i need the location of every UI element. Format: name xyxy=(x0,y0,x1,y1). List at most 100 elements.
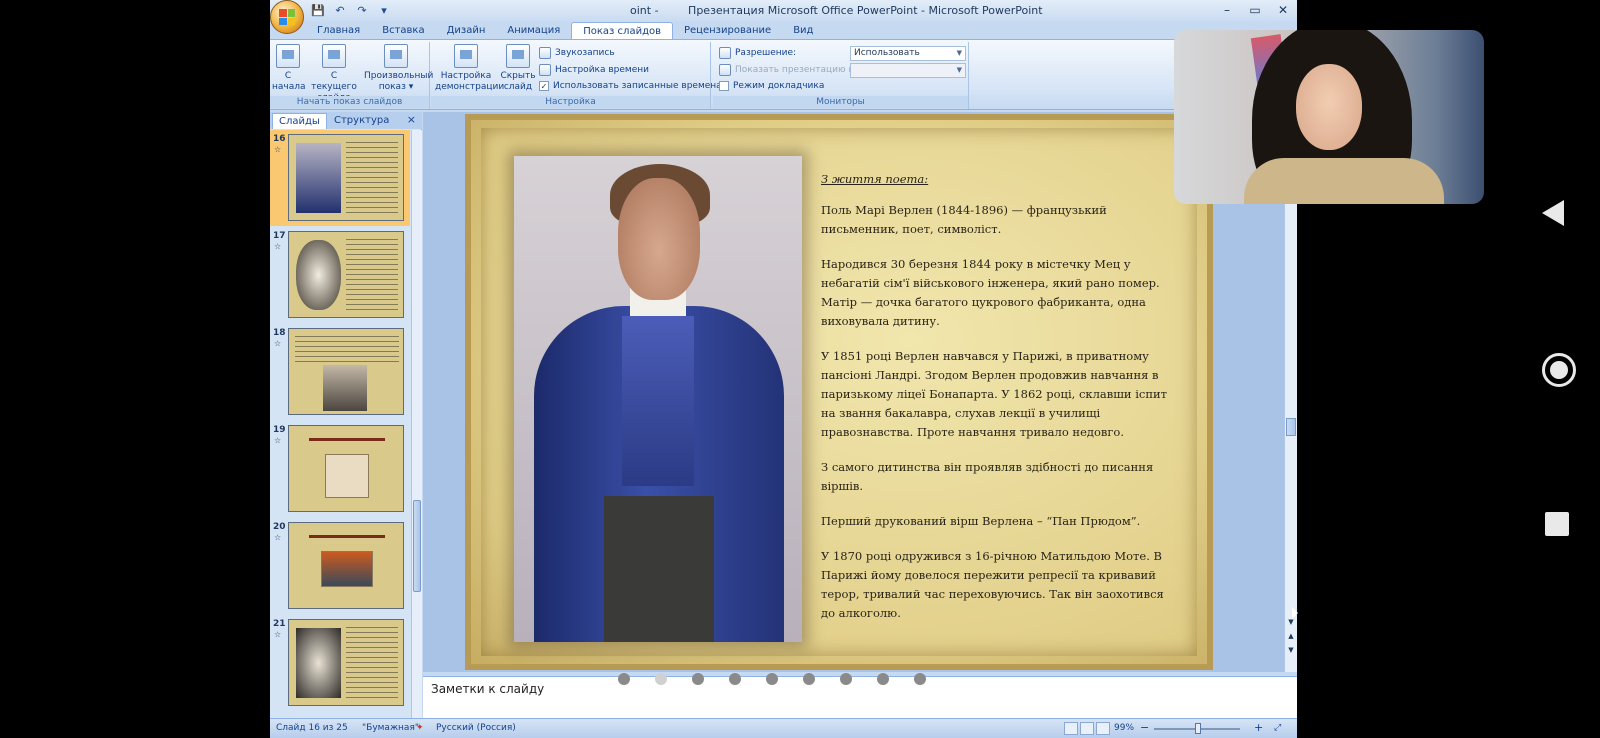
slide-thumbnail-17[interactable]: 17 ☆ xyxy=(270,227,410,323)
custom-show-label-2: показ ▾ xyxy=(378,82,414,92)
transition-star-icon: ☆ xyxy=(274,630,282,639)
setup-show-label-1: Настройка xyxy=(440,71,492,81)
transition-star-icon: ☆ xyxy=(274,242,282,251)
thumbnail-number: 16 xyxy=(273,134,286,144)
pane-scroll-thumb[interactable] xyxy=(413,500,421,592)
tab-outline[interactable]: Структура xyxy=(328,113,395,129)
hide-slide-label-2: слайд xyxy=(503,82,533,92)
from-current-button[interactable]: С текущего слайда xyxy=(308,44,360,104)
slide-paragraph-2: Народився 30 березня 1844 року в містечк… xyxy=(821,257,1160,328)
dropdown-arrow-icon: ▼ xyxy=(956,66,962,74)
rehearse-timings-button[interactable]: Настройка времени xyxy=(539,64,649,76)
from-beginning-label-1: С xyxy=(284,71,292,81)
tab-slideshow[interactable]: Показ слайдов xyxy=(571,22,673,40)
tab-slides[interactable]: Слайды xyxy=(272,113,327,129)
zoom-out-icon[interactable]: − xyxy=(1140,721,1149,734)
save-icon[interactable]: 💾 xyxy=(310,3,326,19)
pane-scrollbar[interactable] xyxy=(411,130,422,718)
tab-view[interactable]: Вид xyxy=(782,22,824,40)
page-dot-active xyxy=(655,673,667,685)
normal-view-button[interactable] xyxy=(1064,722,1078,735)
rehearse-timings-label: Настройка времени xyxy=(555,65,649,75)
dropdown-arrow-icon: ▼ xyxy=(956,49,962,57)
slide-thumbnail-16[interactable]: 16 ☆ xyxy=(270,130,410,226)
transition-star-icon: ☆ xyxy=(274,533,282,542)
group-label-start: Начать показ слайдов xyxy=(270,96,429,108)
next-slide-icon[interactable]: ▼ xyxy=(1286,646,1296,658)
system-navigation xyxy=(1510,0,1600,738)
hide-slide-button[interactable]: Скрыть слайд xyxy=(499,44,537,93)
slide-scroll-thumb[interactable] xyxy=(1286,418,1296,436)
mouse-cursor-icon xyxy=(1292,607,1298,619)
close-icon[interactable]: × xyxy=(407,113,416,126)
title-main: Презентация Microsoft Office PowerPoint … xyxy=(688,4,1043,17)
presenter-view-label: Режим докладчика xyxy=(733,81,825,91)
resolution-combo[interactable]: Использовать текуще... ▼ xyxy=(850,46,966,71)
poet-portrait-image[interactable] xyxy=(514,156,802,642)
slide-counter: Слайд 16 из 25 xyxy=(276,723,348,733)
slide-thumbnail-18[interactable]: 18 ☆ xyxy=(270,324,410,420)
tab-insert[interactable]: Вставка xyxy=(371,22,435,40)
slide-sorter-button[interactable] xyxy=(1080,722,1094,735)
thumbnail-number: 18 xyxy=(273,328,286,338)
page-dot xyxy=(803,673,815,685)
redo-icon[interactable]: ↷ xyxy=(354,3,370,19)
current-slide[interactable]: З життя поета: Поль Марі Верлен (1844-18… xyxy=(465,114,1213,670)
recent-apps-icon[interactable] xyxy=(1545,512,1569,536)
thumbnail-image xyxy=(288,231,404,318)
spellcheck-icon[interactable]: ✦ xyxy=(416,723,424,733)
back-icon[interactable] xyxy=(1542,200,1564,226)
zoom-level[interactable]: 99% xyxy=(1114,723,1134,733)
customize-qat-icon[interactable]: ▾ xyxy=(376,3,392,19)
page-dot xyxy=(766,673,778,685)
tab-review[interactable]: Рецензирование xyxy=(673,22,782,40)
slide-thumbnail-19[interactable]: 19 ☆ xyxy=(270,421,410,517)
slideshow-current-icon xyxy=(322,44,346,68)
use-timings-checkbox[interactable]: ✓ Использовать записанные времена xyxy=(539,81,722,91)
slide-heading: З життя поета: xyxy=(821,172,929,186)
custom-show-button[interactable]: Произвольный показ ▾ xyxy=(364,44,433,93)
page-dot xyxy=(840,673,852,685)
page-dot xyxy=(692,673,704,685)
minimize-button[interactable]: – xyxy=(1213,0,1241,20)
slide-thumbnail-21[interactable]: 21 ☆ xyxy=(270,615,410,711)
show-on-combo[interactable]: ▼ xyxy=(850,63,966,78)
from-current-label-1: С текущего xyxy=(311,71,357,92)
thumbnail-number: 17 xyxy=(273,231,286,241)
slide-paragraph-3: У 1851 році Верлен навчався у Парижі, в … xyxy=(821,349,1168,439)
transition-star-icon: ☆ xyxy=(274,436,282,445)
office-button[interactable] xyxy=(270,0,304,34)
presenter-view-checkbox[interactable]: Режим докладчика xyxy=(719,81,824,91)
scroll-down-icon[interactable]: ▼ xyxy=(1286,618,1296,630)
projector-icon xyxy=(719,64,731,76)
record-narration-button[interactable]: Звукозапись xyxy=(539,47,615,59)
tab-design[interactable]: Дизайн xyxy=(436,22,497,40)
zoom-slider-handle[interactable] xyxy=(1195,723,1201,734)
setup-show-button[interactable]: Настройка демонстрации xyxy=(435,44,504,93)
slide-thumbnail-20[interactable]: 20 ☆ xyxy=(270,518,410,614)
maximize-button[interactable]: ▭ xyxy=(1241,0,1269,20)
quick-access-toolbar: 💾 ↶ ↷ ▾ xyxy=(310,3,392,19)
home-icon[interactable] xyxy=(1542,353,1576,387)
group-setup: Настройка демонстрации Скрыть слайд Звук… xyxy=(431,42,722,109)
group-label-setup: Настройка xyxy=(431,96,710,108)
slideshow-view-button[interactable] xyxy=(1096,722,1110,735)
powerpoint-window: 💾 ↶ ↷ ▾ oint - Презентация Microsoft Off… xyxy=(270,0,1297,738)
tab-home[interactable]: Главная xyxy=(306,22,371,40)
timer-icon xyxy=(539,64,551,76)
slide-editor: З життя поета: Поль Марі Верлен (1844-18… xyxy=(423,112,1297,672)
fit-to-window-icon[interactable]: ⤢ xyxy=(1274,723,1281,733)
group-label-monitors: Мониторы xyxy=(713,96,968,108)
thumbnail-number: 21 xyxy=(273,619,286,629)
language-indicator[interactable]: Русский (Россия) xyxy=(436,723,516,733)
presenter-face xyxy=(1296,64,1362,150)
zoom-in-icon[interactable]: + xyxy=(1254,721,1263,734)
notes-pane[interactable]: Заметки к слайду xyxy=(423,673,1297,718)
previous-slide-icon[interactable]: ▲ xyxy=(1286,632,1296,644)
from-beginning-button[interactable]: С начала xyxy=(272,44,306,93)
slide-text-box[interactable]: З життя поета: Поль Марі Верлен (1844-18… xyxy=(821,170,1181,639)
close-button[interactable]: ✕ xyxy=(1269,0,1297,20)
undo-icon[interactable]: ↶ xyxy=(332,3,348,19)
office-logo-icon xyxy=(279,9,295,25)
tab-animation[interactable]: Анимация xyxy=(496,22,571,40)
